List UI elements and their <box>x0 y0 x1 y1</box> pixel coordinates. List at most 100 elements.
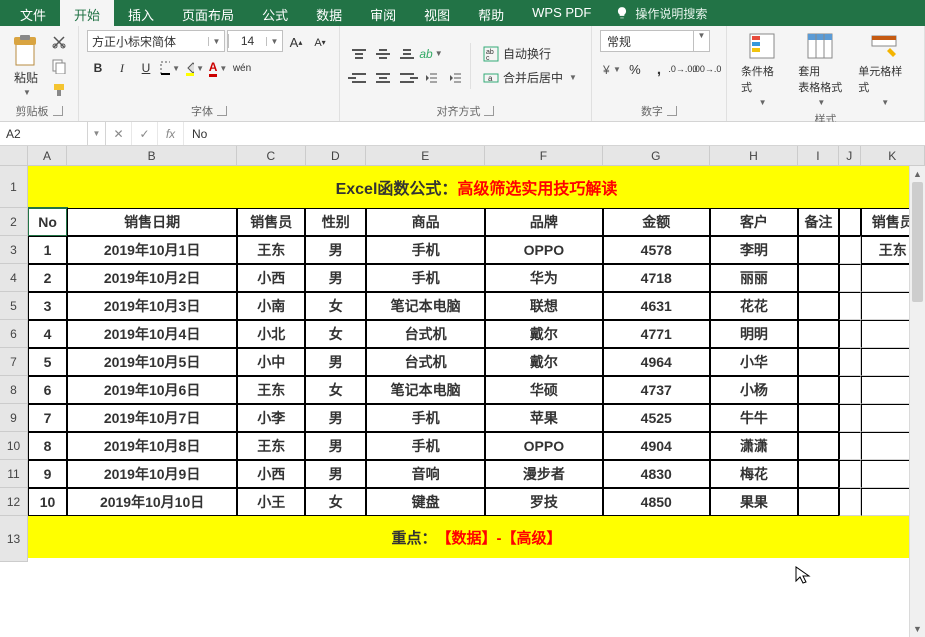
footer-cell[interactable]: 重点：【数据】-【高级】 <box>28 516 925 558</box>
data-cell[interactable]: 小西 <box>237 264 305 292</box>
data-cell[interactable]: 男 <box>305 460 366 488</box>
cell[interactable] <box>839 348 861 376</box>
header-cell[interactable]: 备注 <box>798 208 839 236</box>
decrease-indent-button[interactable] <box>420 67 442 89</box>
data-cell[interactable]: 梅花 <box>710 460 798 488</box>
italic-button[interactable]: I <box>111 57 133 79</box>
data-cell[interactable]: 男 <box>305 404 366 432</box>
border-button[interactable]: ▼ <box>159 57 181 79</box>
column-header-D[interactable]: D <box>306 146 367 166</box>
data-cell[interactable]: 8 <box>28 432 67 460</box>
row-header-3[interactable]: 3 <box>0 236 28 264</box>
cell[interactable] <box>839 460 861 488</box>
scroll-thumb[interactable] <box>912 182 923 302</box>
spreadsheet-grid[interactable]: 12345678910111213 ABCDEFGHIJK Excel函数公式：… <box>0 146 925 637</box>
column-header-B[interactable]: B <box>67 146 237 166</box>
orientation-button[interactable]: ab▼ <box>420 43 442 65</box>
data-cell[interactable]: 音响 <box>366 460 485 488</box>
column-header-E[interactable]: E <box>366 146 485 166</box>
data-cell[interactable]: 手机 <box>366 432 485 460</box>
cell[interactable] <box>839 236 861 264</box>
data-cell[interactable]: 台式机 <box>366 348 485 376</box>
decrease-decimal-button[interactable]: .00→.0 <box>696 58 718 80</box>
data-cell[interactable]: 4771 <box>603 320 710 348</box>
header-cell[interactable]: 性别 <box>305 208 366 236</box>
number-format-combo[interactable]: 常规 ▼ <box>600 30 710 52</box>
data-cell[interactable]: 4904 <box>603 432 710 460</box>
underline-button[interactable]: U <box>135 57 157 79</box>
tell-me-search[interactable]: 操作说明搜索 <box>605 0 717 26</box>
tab-layout[interactable]: 页面布局 <box>168 0 248 26</box>
header-cell[interactable]: 品牌 <box>485 208 602 236</box>
data-cell[interactable]: 2019年10月6日 <box>67 376 237 404</box>
vertical-scrollbar[interactable]: ▲ ▼ <box>909 166 925 637</box>
data-cell[interactable]: 2019年10月9日 <box>67 460 237 488</box>
data-cell[interactable]: 男 <box>305 348 366 376</box>
cell[interactable] <box>839 432 861 460</box>
data-cell[interactable]: 手机 <box>366 236 485 264</box>
row-header-4[interactable]: 4 <box>0 264 28 292</box>
data-cell[interactable]: 苹果 <box>485 404 602 432</box>
column-header-I[interactable]: I <box>798 146 839 166</box>
data-cell[interactable]: 男 <box>305 236 366 264</box>
percent-button[interactable]: % <box>624 58 646 80</box>
column-header-J[interactable]: J <box>839 146 861 166</box>
data-cell[interactable]: 小西 <box>237 460 305 488</box>
format-as-table-button[interactable]: 套用 表格格式▼ <box>792 30 848 109</box>
data-cell[interactable]: 1 <box>28 236 67 264</box>
column-header-A[interactable]: A <box>28 146 67 166</box>
cell-styles-button[interactable]: 单元格样式▼ <box>852 30 916 109</box>
data-cell[interactable]: OPPO <box>485 236 602 264</box>
data-cell[interactable] <box>798 488 839 516</box>
tab-formula[interactable]: 公式 <box>248 0 302 26</box>
data-cell[interactable]: 2019年10月4日 <box>67 320 237 348</box>
title-cell[interactable]: Excel函数公式：高级筛选实用技巧解读 <box>28 166 925 208</box>
row-header-2[interactable]: 2 <box>0 208 28 236</box>
comma-button[interactable]: , <box>648 58 670 80</box>
data-cell[interactable]: 联想 <box>485 292 602 320</box>
scroll-track[interactable] <box>910 182 925 621</box>
tab-home[interactable]: 开始 <box>60 0 114 26</box>
data-cell[interactable]: 李明 <box>710 236 798 264</box>
row-header-10[interactable]: 10 <box>0 432 28 460</box>
increase-font-button[interactable]: A▴ <box>285 32 307 54</box>
data-cell[interactable]: 2019年10月10日 <box>67 488 237 516</box>
select-all-corner[interactable] <box>0 146 28 166</box>
row-header-9[interactable]: 9 <box>0 404 28 432</box>
data-cell[interactable]: 王东 <box>237 236 305 264</box>
data-cell[interactable]: 3 <box>28 292 67 320</box>
data-cell[interactable]: 4525 <box>603 404 710 432</box>
header-cell[interactable]: 销售员 <box>237 208 305 236</box>
increase-indent-button[interactable] <box>444 67 466 89</box>
data-cell[interactable]: 手机 <box>366 264 485 292</box>
data-cell[interactable] <box>798 460 839 488</box>
data-cell[interactable]: 笔记本电脑 <box>366 376 485 404</box>
row-header-12[interactable]: 12 <box>0 488 28 516</box>
cut-button[interactable] <box>48 31 70 53</box>
data-cell[interactable]: 4631 <box>603 292 710 320</box>
chevron-down-icon[interactable]: ▼ <box>693 31 709 51</box>
header-cell[interactable]: 金额 <box>603 208 710 236</box>
wrap-text-button[interactable]: abc自动换行 <box>477 43 583 65</box>
dialog-launcher-icon[interactable] <box>53 106 63 116</box>
tab-file[interactable]: 文件 <box>6 0 60 26</box>
data-cell[interactable]: 2019年10月3日 <box>67 292 237 320</box>
data-cell[interactable]: 男 <box>305 264 366 292</box>
fill-color-button[interactable]: ▼ <box>183 57 205 79</box>
align-right-button[interactable] <box>396 68 418 88</box>
dialog-launcher-icon[interactable] <box>667 106 677 116</box>
align-left-button[interactable] <box>348 68 370 88</box>
data-cell[interactable]: 小李 <box>237 404 305 432</box>
header-cell[interactable]: 商品 <box>366 208 485 236</box>
cell[interactable] <box>839 264 861 292</box>
conditional-format-button[interactable]: 条件格式▼ <box>735 30 788 109</box>
data-cell[interactable]: 4718 <box>603 264 710 292</box>
bold-button[interactable]: B <box>87 57 109 79</box>
data-cell[interactable]: 4830 <box>603 460 710 488</box>
data-cell[interactable]: 2 <box>28 264 67 292</box>
tab-data[interactable]: 数据 <box>302 0 356 26</box>
column-header-H[interactable]: H <box>710 146 798 166</box>
data-cell[interactable]: 9 <box>28 460 67 488</box>
scroll-up-button[interactable]: ▲ <box>910 166 925 182</box>
column-header-C[interactable]: C <box>237 146 305 166</box>
